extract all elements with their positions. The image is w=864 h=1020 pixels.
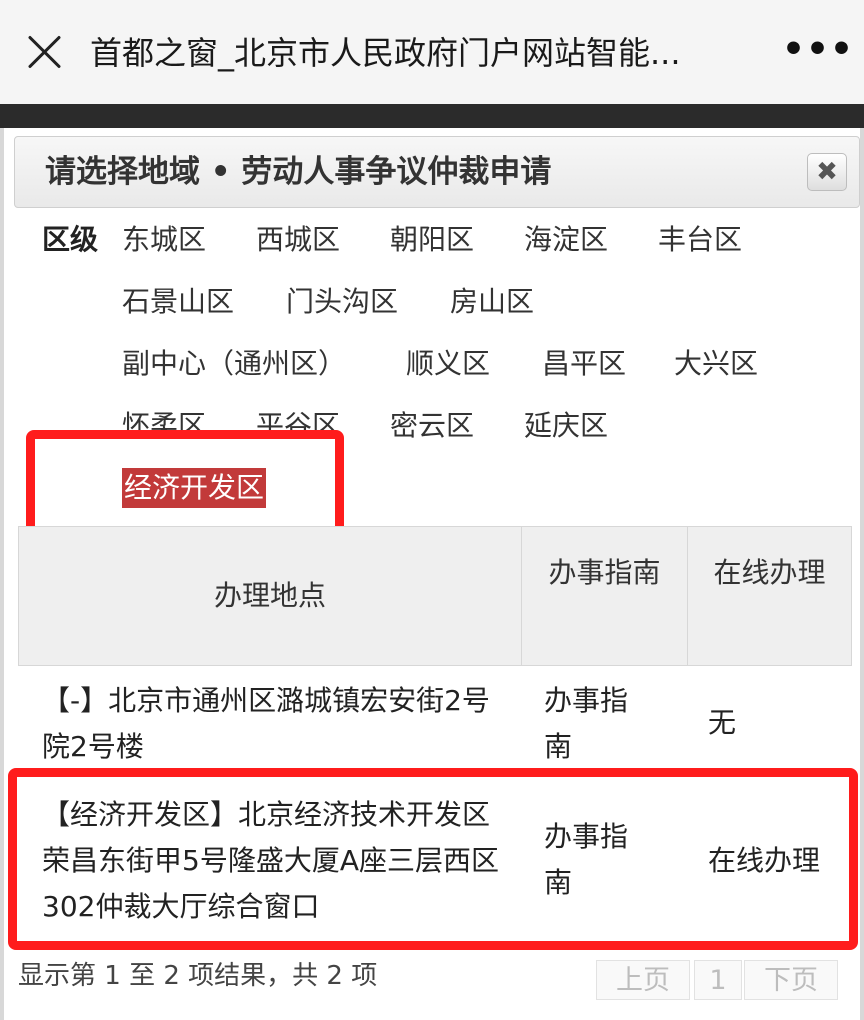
window-title: 首都之窗_北京市人民政府门户网站智能... [90, 34, 681, 72]
highlight-box-row [8, 768, 858, 950]
column-header-online: 在线办理 [687, 527, 851, 665]
table-header: 办理地点 办事指南 在线办理 [18, 526, 852, 666]
more-options-icon[interactable]: ••• [782, 28, 853, 78]
district-shunyi[interactable]: 顺义区 [406, 344, 490, 384]
district-chaoyang[interactable]: 朝阳区 [390, 220, 474, 260]
district-dongcheng[interactable]: 东城区 [122, 220, 206, 260]
district-fangshan[interactable]: 房山区 [450, 282, 534, 322]
district-yanqing[interactable]: 延庆区 [524, 406, 608, 446]
district-xicheng[interactable]: 西城区 [256, 220, 340, 260]
online-status: 无 [708, 706, 737, 739]
region-select-dialog: 请选择地域 • 劳动人事争议仲裁申请 ✖ 区级 东城区 西城区 朝阳区 海淀区 … [0, 128, 864, 1020]
district-shijingshan[interactable]: 石景山区 [122, 282, 234, 322]
pagination-info: 显示第 1 至 2 项结果，共 2 项 [18, 961, 378, 991]
prev-page-button[interactable]: 上页 [596, 960, 690, 1000]
district-miyun[interactable]: 密云区 [390, 406, 474, 446]
region-level-label: 区级 [42, 223, 99, 256]
app-top-bar: 首都之窗_北京市人民政府门户网站智能... ••• [0, 0, 864, 104]
district-haidian[interactable]: 海淀区 [524, 220, 608, 260]
dialog-close-button[interactable]: ✖ [807, 153, 847, 191]
district-fengtai[interactable]: 丰台区 [658, 220, 742, 260]
district-changping[interactable]: 昌平区 [542, 344, 626, 384]
district-mentougou[interactable]: 门头沟区 [286, 282, 398, 322]
guide-link[interactable]: 办事指南 [544, 678, 644, 770]
column-header-guide: 办事指南 [521, 527, 687, 665]
next-page-button[interactable]: 下页 [744, 960, 838, 1000]
dialog-header: 请选择地域 • 劳动人事争议仲裁申请 ✖ [14, 136, 860, 208]
page-number-button[interactable]: 1 [694, 960, 742, 1000]
dialog-title: 请选择地域 • 劳动人事争议仲裁申请 [45, 154, 552, 190]
district-tongzhou[interactable]: 副中心（通州区） [122, 344, 346, 384]
column-header-location: 办理地点 [213, 579, 326, 612]
close-icon[interactable] [26, 34, 62, 70]
header-divider [0, 104, 864, 128]
district-daxing[interactable]: 大兴区 [674, 344, 758, 384]
row-location: 【-】北京市通州区潞城镇宏安街2号院2号楼 [42, 684, 490, 763]
